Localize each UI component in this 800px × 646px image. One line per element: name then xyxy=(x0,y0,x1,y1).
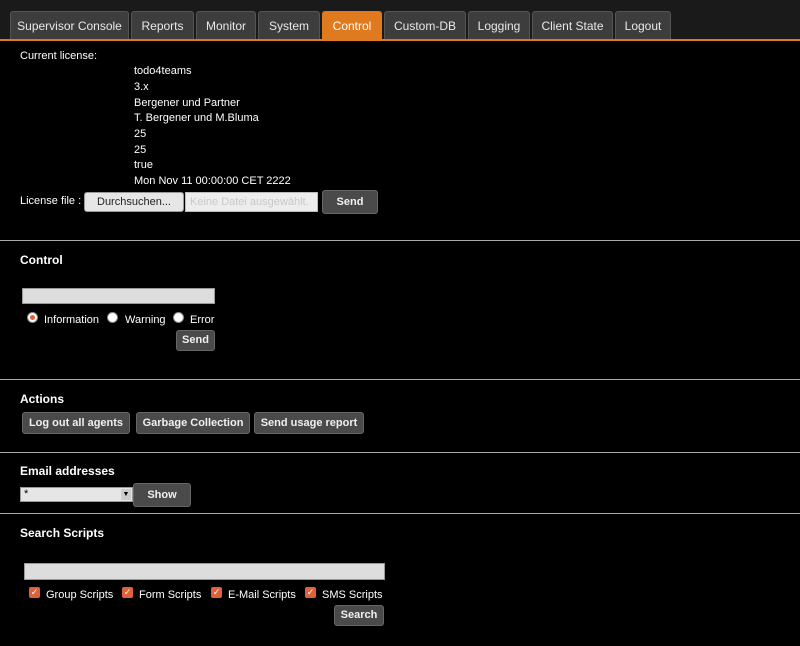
license-product: todo4teams xyxy=(134,65,192,77)
search-scripts-heading: Search Scripts xyxy=(20,526,105,540)
license-send-button[interactable]: Send xyxy=(322,190,378,214)
search-scripts-input[interactable] xyxy=(24,563,385,580)
garbage-collection-button[interactable]: Garbage Collection xyxy=(136,412,250,434)
browse-button[interactable]: Durchsuchen... xyxy=(84,192,184,212)
license-file-label: License file : xyxy=(20,195,82,207)
control-heading: Control xyxy=(20,253,63,267)
radio-information[interactable] xyxy=(27,312,38,323)
control-message-input[interactable] xyxy=(22,288,215,304)
radio-error[interactable] xyxy=(173,312,184,323)
tab-logout[interactable]: Logout xyxy=(615,11,671,39)
license-owner: T. Bergener und M.Bluma xyxy=(134,112,259,124)
email-select-value: * xyxy=(24,488,29,500)
current-license-label: Current license: xyxy=(20,50,98,62)
search-button[interactable]: Search xyxy=(334,605,384,626)
license-count-2: 25 xyxy=(134,144,147,156)
tab-custom-db[interactable]: Custom-DB xyxy=(384,11,466,39)
logout-all-agents-button[interactable]: Log out all agents xyxy=(22,412,130,434)
email-show-button[interactable]: Show xyxy=(133,483,191,507)
radio-warning[interactable] xyxy=(107,312,118,323)
sms-scripts-checkbox[interactable]: ✓ xyxy=(305,587,316,598)
sms-scripts-label: SMS Scripts xyxy=(322,589,383,601)
divider xyxy=(0,379,800,380)
tab-logging[interactable]: Logging xyxy=(468,11,530,39)
form-scripts-checkbox[interactable]: ✓ xyxy=(122,587,133,598)
tab-reports[interactable]: Reports xyxy=(131,11,194,39)
divider xyxy=(0,240,800,241)
email-select[interactable]: * ▼ xyxy=(20,487,133,502)
license-expiry: Mon Nov 11 00:00:00 CET 2222 xyxy=(134,175,291,187)
divider xyxy=(0,513,800,514)
send-usage-report-button[interactable]: Send usage report xyxy=(254,412,364,434)
form-scripts-label: Form Scripts xyxy=(139,589,202,601)
tab-client-state[interactable]: Client State xyxy=(532,11,613,39)
control-send-button[interactable]: Send xyxy=(176,330,215,351)
actions-heading: Actions xyxy=(20,392,65,406)
email-scripts-checkbox[interactable]: ✓ xyxy=(211,587,222,598)
email-heading: Email addresses xyxy=(20,464,115,478)
divider xyxy=(0,452,800,453)
radio-information-label: Information xyxy=(44,314,100,326)
tab-control[interactable]: Control xyxy=(322,11,382,39)
radio-error-label: Error xyxy=(190,314,215,326)
tab-monitor[interactable]: Monitor xyxy=(196,11,256,39)
license-company: Bergener und Partner xyxy=(134,97,240,109)
license-flag: true xyxy=(134,159,153,171)
group-scripts-checkbox[interactable]: ✓ xyxy=(29,587,40,598)
chevron-down-icon: ▼ xyxy=(121,489,131,500)
radio-warning-label: Warning xyxy=(125,314,166,326)
main-tab-bar: Supervisor Console Reports Monitor Syste… xyxy=(0,0,800,41)
no-file-text: Keine Datei ausgewählt. xyxy=(185,192,318,212)
tab-supervisor-console[interactable]: Supervisor Console xyxy=(10,11,129,39)
license-version: 3.x xyxy=(134,81,149,93)
email-scripts-label: E-Mail Scripts xyxy=(228,589,296,601)
license-count-1: 25 xyxy=(134,128,147,140)
group-scripts-label: Group Scripts xyxy=(46,589,114,601)
tab-system[interactable]: System xyxy=(258,11,320,39)
